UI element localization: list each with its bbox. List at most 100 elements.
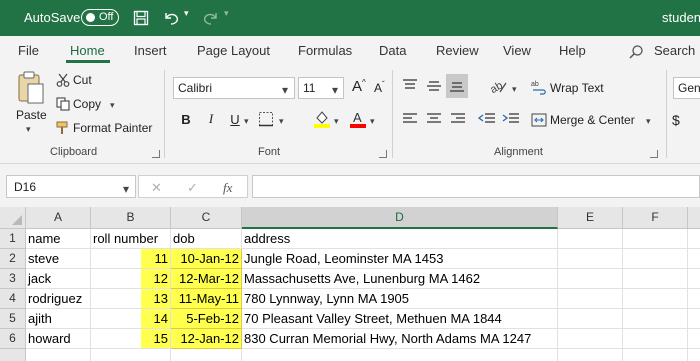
cell-f5[interactable] [623, 309, 688, 329]
cell-a5[interactable]: ajith [26, 309, 91, 329]
name-box[interactable]: D16 ▾ [6, 175, 136, 198]
tab-file[interactable]: File [18, 43, 39, 58]
fill-color-icon[interactable] [313, 109, 331, 129]
format-painter-button[interactable]: Format Painter [73, 121, 152, 135]
number-format-select[interactable]: Gene [673, 77, 700, 99]
row-header-6[interactable]: 6 [0, 329, 26, 349]
column-header-f[interactable]: F [623, 207, 688, 229]
save-icon[interactable] [130, 7, 152, 29]
paste-icon[interactable] [16, 70, 46, 106]
cell-a6[interactable]: howard [26, 329, 91, 349]
cell-d7[interactable] [242, 349, 558, 361]
cell-f1[interactable] [623, 229, 688, 249]
cell-g3[interactable] [688, 269, 700, 289]
cell-b1[interactable]: roll number [91, 229, 171, 249]
cell-c7[interactable] [171, 349, 242, 361]
format-painter-icon[interactable] [56, 121, 70, 135]
autosave-toggle[interactable]: Off [81, 9, 119, 26]
tab-home[interactable]: Home [70, 43, 105, 58]
alignment-launcher-icon[interactable] [650, 150, 658, 158]
row-header-3[interactable]: 3 [0, 269, 26, 289]
undo-dropdown-icon[interactable]: ▾ [184, 8, 189, 19]
cell-d1[interactable]: address [242, 229, 558, 249]
enter-formula-icon[interactable]: ✓ [187, 180, 198, 196]
clipboard-launcher-icon[interactable] [152, 150, 160, 158]
orientation-dropdown-icon[interactable]: ▾ [512, 84, 517, 95]
cell-b4[interactable]: 13 [91, 289, 171, 309]
align-center-icon[interactable] [426, 112, 442, 126]
row-header-4[interactable]: 4 [0, 289, 26, 309]
align-bottom-button[interactable] [446, 74, 468, 98]
cell-g5[interactable] [688, 309, 700, 329]
cell-a3[interactable]: jack [26, 269, 91, 289]
cell-d6[interactable]: 830 Curran Memorial Hwy, North Adams MA … [242, 329, 558, 349]
cell-g6[interactable] [688, 329, 700, 349]
borders-dropdown-icon[interactable]: ▾ [279, 116, 284, 127]
cell-d5[interactable]: 70 Pleasant Valley Street, Methuen MA 18… [242, 309, 558, 329]
font-size-dropdown-icon[interactable]: ▾ [332, 83, 338, 97]
cell-b6[interactable]: 15 [91, 329, 171, 349]
cell-e3[interactable] [558, 269, 623, 289]
copy-icon[interactable] [56, 97, 70, 111]
cell-b2[interactable]: 11 [91, 249, 171, 269]
align-top-icon[interactable] [402, 79, 418, 93]
cell-d4[interactable]: 780 Lynnway, Lynn MA 1905 [242, 289, 558, 309]
copy-button[interactable]: Copy [73, 97, 101, 111]
italic-button[interactable]: I [200, 108, 222, 130]
copy-dropdown-icon[interactable]: ▾ [110, 100, 115, 111]
cell-b5[interactable]: 14 [91, 309, 171, 329]
underline-button[interactable]: U [224, 108, 246, 130]
row-header-5[interactable]: 5 [0, 309, 26, 329]
cancel-formula-icon[interactable]: ✕ [151, 180, 162, 196]
cell-b3[interactable]: 12 [91, 269, 171, 289]
cell-g1[interactable] [688, 229, 700, 249]
tab-data[interactable]: Data [379, 43, 406, 58]
cell-g2[interactable] [688, 249, 700, 269]
align-left-icon[interactable] [402, 112, 418, 126]
name-box-dropdown-icon[interactable]: ▾ [123, 182, 129, 196]
column-header-c[interactable]: C [171, 207, 242, 229]
font-color-icon[interactable]: A [349, 109, 367, 129]
cell-e5[interactable] [558, 309, 623, 329]
merge-center-icon[interactable] [531, 112, 547, 128]
bold-button[interactable]: B [175, 108, 197, 130]
column-header-g[interactable] [688, 207, 700, 229]
select-all-button[interactable] [0, 207, 26, 229]
decrease-font-size-button[interactable]: Aˇ [374, 80, 385, 95]
tab-help[interactable]: Help [559, 43, 586, 58]
cell-f3[interactable] [623, 269, 688, 289]
cell-c4[interactable]: 11-May-11 [171, 289, 242, 309]
paste-dropdown-icon[interactable]: ▾ [26, 124, 31, 135]
tab-view[interactable]: View [503, 43, 531, 58]
cell-g4[interactable] [688, 289, 700, 309]
insert-function-icon[interactable]: fx [223, 180, 232, 196]
column-header-d[interactable]: D [242, 207, 558, 229]
cell-c1[interactable]: dob [171, 229, 242, 249]
wrap-text-button[interactable]: Wrap Text [550, 81, 604, 95]
cell-c6[interactable]: 12-Jan-12 [171, 329, 242, 349]
cut-button[interactable]: Cut [73, 73, 92, 87]
fill-color-dropdown-icon[interactable]: ▾ [334, 116, 339, 127]
redo-icon[interactable] [200, 7, 222, 29]
orientation-icon[interactable]: ab [488, 77, 508, 95]
merge-center-button[interactable]: Merge & Center [550, 113, 635, 127]
formula-input[interactable] [252, 175, 700, 198]
currency-format-button[interactable]: $ [672, 112, 680, 128]
cell-c2[interactable]: 10-Jan-12 [171, 249, 242, 269]
cell-e1[interactable] [558, 229, 623, 249]
cut-icon[interactable] [56, 73, 70, 87]
cell-a2[interactable]: steve [26, 249, 91, 269]
column-header-b[interactable]: B [91, 207, 171, 229]
underline-dropdown-icon[interactable]: ▾ [244, 116, 249, 127]
font-size-select[interactable]: 11 ▾ [298, 77, 344, 99]
font-name-dropdown-icon[interactable]: ▾ [282, 83, 288, 97]
borders-icon[interactable] [258, 111, 274, 127]
align-right-icon[interactable] [450, 112, 466, 126]
cell-a4[interactable]: rodriguez [26, 289, 91, 309]
row-header-2[interactable]: 2 [0, 249, 26, 269]
cell-c5[interactable]: 5-Feb-12 [171, 309, 242, 329]
wrap-text-icon[interactable]: ab [531, 79, 547, 95]
paste-button[interactable]: Paste [16, 108, 47, 122]
undo-icon[interactable] [160, 7, 182, 29]
cell-d2[interactable]: Jungle Road, Leominster MA 1453 [242, 249, 558, 269]
